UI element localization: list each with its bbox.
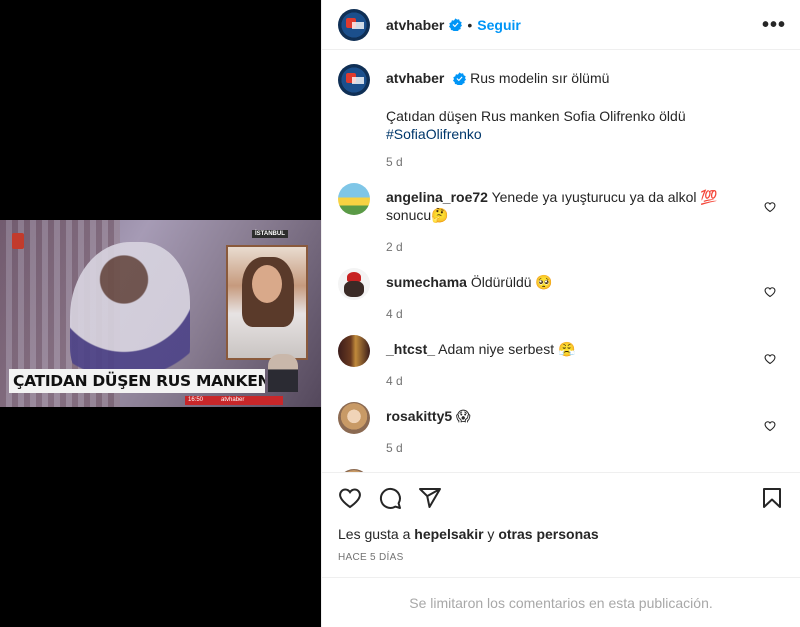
post-container: İSTANBUL ÇATIDAN DÜŞEN RUS MANKEN ÖLDÜ 1… <box>0 0 800 627</box>
caption-age: 5 d <box>386 155 403 169</box>
heart-icon[interactable] <box>764 286 776 298</box>
post-header: atvhaber • Seguir ••• <box>322 0 800 50</box>
caption-username[interactable]: atvhaber <box>386 70 444 86</box>
video-inset-photo <box>226 245 308 360</box>
comment-line: angelina_roe72 Yenede ya ıyuşturucu ya d… <box>386 188 760 224</box>
caption-text: Çatıdan düşen Rus manken Sofia Olifrenko… <box>386 108 686 124</box>
avatar[interactable] <box>338 8 370 41</box>
video-headline: ÇATIDAN DÜŞEN RUS MANKEN ÖLDÜ <box>9 369 265 393</box>
news-anchor <box>268 354 298 392</box>
strip-brand: atvhaber <box>221 397 245 403</box>
comments-limited-notice: Se limitaron los comentarios en esta pub… <box>322 577 800 627</box>
separator-dot: • <box>467 16 473 33</box>
hashtag-link[interactable]: #SofiaOlifrenko <box>386 126 482 142</box>
comment-body: angelina_roe72 Yenede ya ıyuşturucu ya d… <box>386 183 784 254</box>
other-likers-link[interactable]: otras personas <box>498 526 598 542</box>
comment-line: sumechama Öldürüldü 🥺 <box>386 273 760 291</box>
comment-text: 😱 <box>456 408 471 424</box>
comment-body: sumechama Öldürüldü 🥺 4 d <box>386 268 784 321</box>
comment-item: rosakitty5 🥺 🥺 <box>338 469 784 472</box>
post-sidebar: atvhaber • Seguir ••• atvhaber Rus model… <box>321 0 800 627</box>
liker-username[interactable]: hepelsakir <box>414 526 483 542</box>
post-video[interactable]: İSTANBUL ÇATIDAN DÜŞEN RUS MANKEN ÖLDÜ 1… <box>0 220 321 407</box>
likes-joiner: y <box>483 526 499 542</box>
heart-icon[interactable] <box>764 201 776 213</box>
avatar[interactable] <box>338 335 370 367</box>
comment-item: sumechama Öldürüldü 🥺 4 d <box>338 268 784 321</box>
comment-text: Öldürüldü 🥺 <box>470 274 553 290</box>
caption: atvhaber Rus modelin sır ölümü Çatıdan d… <box>338 64 784 169</box>
verified-icon <box>453 72 467 85</box>
inset-face <box>252 265 282 303</box>
comment-username[interactable]: angelina_roe72 <box>386 189 488 205</box>
comment-line: _htcst_ Adam niye serbest 😤 <box>386 340 760 358</box>
strip-time: 16:50 <box>188 397 204 403</box>
comment-username[interactable]: rosakitty5 <box>386 408 452 424</box>
comment-age: 2 d <box>386 240 403 254</box>
comment-item: _htcst_ Adam niye serbest 😤 4 d <box>338 335 784 388</box>
comment-username[interactable]: _htcst_ <box>386 341 435 357</box>
atv-logo <box>12 233 24 249</box>
share-icon[interactable] <box>418 486 442 510</box>
comment-age: 4 d <box>386 374 403 388</box>
avatar[interactable] <box>338 402 370 434</box>
likes-summary: Les gusta a hepelsakir y otras personas <box>322 522 800 542</box>
follow-button[interactable]: Seguir <box>477 17 521 33</box>
comment-username[interactable]: sumechama <box>386 274 467 290</box>
comment-body: rosakitty5 😱 5 d <box>386 402 784 455</box>
comment-line: rosakitty5 😱 <box>386 407 760 425</box>
channel-tag: İSTANBUL <box>252 230 288 238</box>
caption-text-line: Çatıdan düşen Rus manken Sofia Olifrenko… <box>386 107 760 143</box>
media-panel: İSTANBUL ÇATIDAN DÜŞEN RUS MANKEN ÖLDÜ 1… <box>0 0 321 627</box>
more-icon[interactable]: ••• <box>762 15 786 35</box>
comment-item: angelina_roe72 Yenede ya ıyuşturucu ya d… <box>338 183 784 254</box>
avatar[interactable] <box>338 469 370 472</box>
heart-icon[interactable] <box>764 420 776 432</box>
video-strip: 16:50 atvhaber <box>185 396 283 405</box>
save-icon[interactable] <box>760 486 784 510</box>
header-username[interactable]: atvhaber <box>386 17 444 33</box>
verified-icon <box>449 18 463 31</box>
avatar[interactable] <box>338 268 370 300</box>
caption-title: Rus modelin sır ölümü <box>470 70 610 86</box>
comment-text: Adam niye serbest 😤 <box>438 341 576 357</box>
caption-title-line: atvhaber Rus modelin sır ölümü <box>386 69 760 87</box>
comment-icon[interactable] <box>378 486 402 510</box>
avatar[interactable] <box>338 183 370 215</box>
comment-body: rosakitty5 🥺 🥺 <box>386 469 784 472</box>
post-timestamp: HACE 5 DÍAS <box>338 552 404 563</box>
heart-icon[interactable] <box>338 486 362 510</box>
avatar[interactable] <box>338 64 370 96</box>
comment-age: 4 d <box>386 307 403 321</box>
heart-icon[interactable] <box>764 353 776 365</box>
likes-prefix: Les gusta a <box>338 526 415 542</box>
caption-body: atvhaber Rus modelin sır ölümü Çatıdan d… <box>386 64 784 169</box>
comment-age: 5 d <box>386 441 403 455</box>
comments-list: atvhaber Rus modelin sır ölümü Çatıdan d… <box>322 50 800 472</box>
action-bar <box>322 472 800 522</box>
comment-item: rosakitty5 😱 5 d <box>338 402 784 455</box>
comment-body: _htcst_ Adam niye serbest 😤 4 d <box>386 335 784 388</box>
